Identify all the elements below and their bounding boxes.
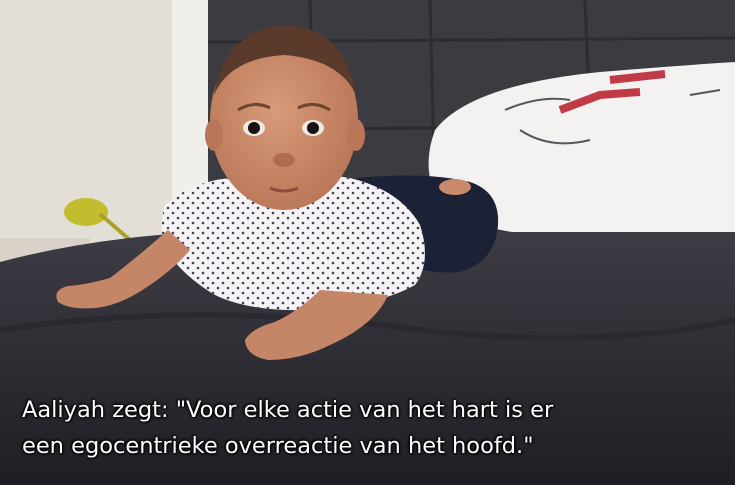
photo-scene: Aaliyah zegt: "Voor elke actie van het h…	[0, 0, 735, 485]
caption: Aaliyah zegt: "Voor elke actie van het h…	[22, 392, 727, 464]
caption-line-2: een egocentrieke overreactie van het hoo…	[22, 433, 534, 459]
caption-line-1: Aaliyah zegt: "Voor elke actie van het h…	[22, 397, 554, 423]
